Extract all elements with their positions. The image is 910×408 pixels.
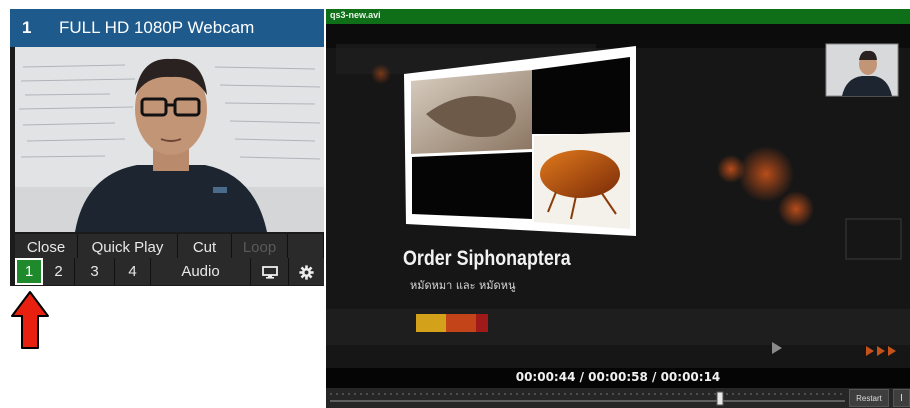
quick-play-button[interactable]: Quick Play xyxy=(78,234,178,261)
audio-button[interactable]: Audio xyxy=(151,258,251,285)
input-title: FULL HD 1080P Webcam xyxy=(59,18,255,37)
input-panel: 1 FULL HD 1080P Webcam Close Quick Play … xyxy=(10,9,324,286)
video-slide-graphic xyxy=(326,24,910,368)
input-number: 1 xyxy=(22,18,32,37)
slide-title: Order Siphonaptera xyxy=(403,247,571,270)
red-arrow-icon xyxy=(11,291,49,349)
time-bar: 00:00:44 / 00:00:58 / 00:00:14 xyxy=(326,368,910,388)
next-button[interactable]: I xyxy=(893,389,910,407)
gear-icon xyxy=(299,264,314,280)
overlay-channel-1-button[interactable]: 1 xyxy=(15,258,43,285)
input-header[interactable]: 1 FULL HD 1080P Webcam xyxy=(10,9,324,47)
output-filename: qs3-new.avi xyxy=(330,10,381,20)
row1-spacer xyxy=(288,234,324,261)
overlay-channel-3-button[interactable]: 3 xyxy=(75,258,115,285)
transport-bar: Restart I xyxy=(326,388,910,408)
output-preview: qs3-new.avi Order Siphonaptera หมัดหมา แ… xyxy=(326,9,910,408)
seek-thumb[interactable] xyxy=(716,391,724,406)
monitor-icon xyxy=(261,265,278,279)
seek-bar[interactable] xyxy=(330,390,845,406)
cut-button[interactable]: Cut xyxy=(178,234,232,261)
output-titlebar: qs3-new.avi xyxy=(326,9,910,24)
close-button[interactable]: Close xyxy=(15,234,78,261)
settings-button[interactable] xyxy=(289,258,324,285)
overlay-channel-2-button[interactable]: 2 xyxy=(43,258,75,285)
overlay-channel-4-button[interactable]: 4 xyxy=(115,258,151,285)
loop-button[interactable]: Loop xyxy=(232,234,288,261)
time-display: 00:00:44 / 00:00:58 / 00:00:14 xyxy=(515,370,721,384)
slide-subtitle: หมัดหมา และ หมัดหนู xyxy=(410,279,516,292)
video-frame[interactable]: Order Siphonaptera หมัดหมา และ หมัดหนู xyxy=(326,24,910,368)
webcam-preview[interactable] xyxy=(15,47,324,232)
restart-button[interactable]: Restart xyxy=(849,389,889,407)
webcam-frame-image xyxy=(15,47,324,232)
external-output-button[interactable] xyxy=(251,258,289,285)
